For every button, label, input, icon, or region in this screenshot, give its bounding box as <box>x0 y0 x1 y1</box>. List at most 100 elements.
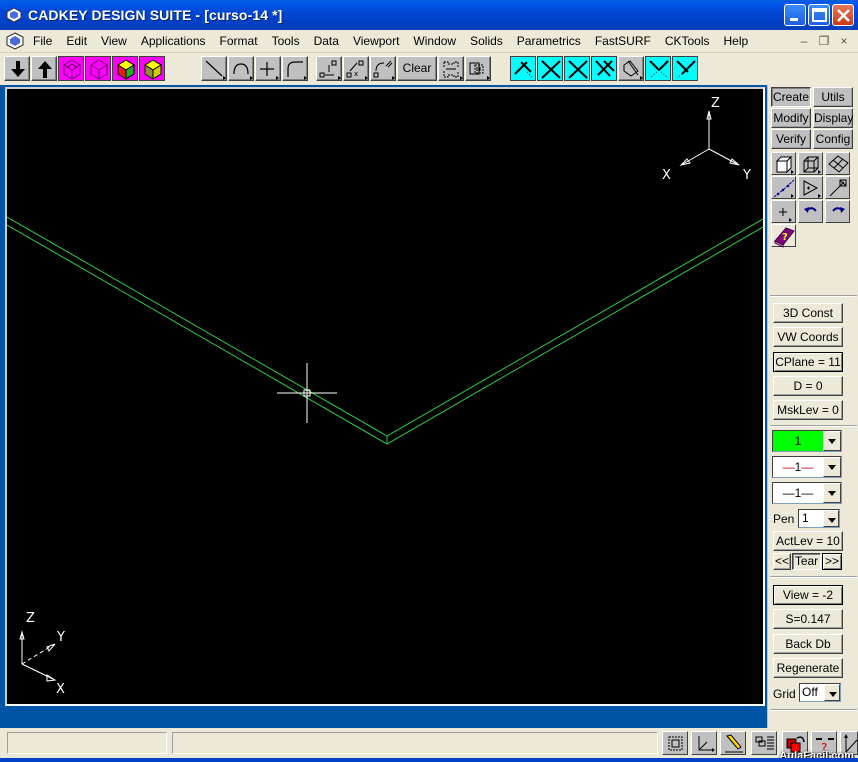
tear-button[interactable]: Tear <box>792 553 821 570</box>
redo-button[interactable] <box>825 200 850 223</box>
grid-select[interactable]: Off <box>799 683 841 702</box>
intersect-button[interactable] <box>537 56 563 81</box>
help-book-icon: ? <box>774 227 795 248</box>
mask-level-button[interactable]: MskLev = 0 <box>773 400 843 420</box>
layers-button[interactable] <box>751 731 777 755</box>
depth-button[interactable]: D = 0 <box>773 376 843 396</box>
line-tool-button[interactable] <box>201 56 227 81</box>
chevron-down-icon[interactable] <box>823 457 841 477</box>
extend-button[interactable] <box>591 56 617 81</box>
select-group-button[interactable] <box>465 56 491 81</box>
trim-dotted-button[interactable] <box>645 56 671 81</box>
tab-create[interactable]: Create <box>771 87 811 107</box>
menu-format[interactable]: Format <box>213 30 265 53</box>
chevron-down-icon[interactable] <box>823 483 841 503</box>
wire-box-button[interactable] <box>798 152 823 175</box>
shaded-view-button[interactable] <box>112 56 138 81</box>
tab-utils[interactable]: Utils <box>813 87 853 107</box>
mdi-close-button[interactable]: × <box>836 33 852 49</box>
prev-button[interactable]: << <box>773 553 791 570</box>
point-tool-button[interactable] <box>255 56 281 81</box>
view-button[interactable]: View = -2 <box>773 585 843 605</box>
tab-config[interactable]: Config <box>813 129 853 149</box>
leader-button[interactable] <box>825 176 850 199</box>
break-button[interactable] <box>618 56 644 81</box>
view-axis-x-label: X <box>662 168 671 183</box>
mdi-minimize-button[interactable]: – <box>796 33 812 49</box>
transform-button[interactable] <box>370 56 396 81</box>
title-bar: CADKEY DESIGN SUITE - [curso-14 *] <box>0 0 858 30</box>
help-book-button[interactable]: ? <box>771 224 796 248</box>
chevron-down-icon[interactable] <box>823 431 841 451</box>
back-db-button[interactable]: Back Db <box>773 634 843 654</box>
right-panel: Create Utils Modify Display Verify Confi… <box>767 85 858 728</box>
chevron-down-icon[interactable] <box>823 510 839 527</box>
point-create-button[interactable] <box>771 200 796 223</box>
trim-dotted-alt-button[interactable] <box>672 56 698 81</box>
close-button[interactable] <box>832 4 854 26</box>
axis-button[interactable] <box>691 731 717 755</box>
menu-window[interactable]: Window <box>406 30 463 53</box>
surface-button[interactable] <box>825 152 850 175</box>
mdi-restore-button[interactable]: ❐ <box>816 33 832 49</box>
wireframe-view-button[interactable] <box>58 56 84 81</box>
color-select[interactable]: 1 <box>772 430 842 452</box>
status-field-2 <box>172 732 658 754</box>
minimize-button[interactable] <box>784 4 806 26</box>
tab-modify[interactable]: Modify <box>771 108 811 128</box>
arc-tool-button[interactable] <box>228 56 254 81</box>
trim-button[interactable] <box>510 56 536 81</box>
level-down-button[interactable] <box>4 56 30 81</box>
wire-box-icon <box>803 156 821 174</box>
const-mode-button[interactable]: 3D Const <box>773 303 843 323</box>
svg-text:?: ? <box>782 232 788 243</box>
menu-file[interactable]: File <box>30 30 59 53</box>
menu-view[interactable]: View <box>94 30 134 53</box>
clear-button[interactable]: Clear <box>397 56 437 81</box>
arc-icon <box>233 63 253 80</box>
document-icon[interactable] <box>6 32 24 50</box>
menu-viewport[interactable]: Viewport <box>346 30 406 53</box>
coords-mode-button[interactable]: VW Coords <box>773 327 843 347</box>
spline-button[interactable] <box>771 176 796 199</box>
pencil-button[interactable] <box>720 731 746 755</box>
menu-fastsurf[interactable]: FastSURF <box>588 30 658 53</box>
tab-display[interactable]: Display <box>813 108 853 128</box>
menu-applications[interactable]: Applications <box>134 30 213 53</box>
level-up-button[interactable] <box>31 56 57 81</box>
pen-label: Pen <box>773 512 795 526</box>
menu-help[interactable]: Help <box>717 30 756 53</box>
copy-button[interactable]: x <box>343 56 369 81</box>
line-width-select[interactable]: —1— <box>772 482 842 504</box>
chevron-down-icon[interactable] <box>824 684 840 701</box>
undo-button[interactable] <box>798 200 823 223</box>
solid-box-button[interactable] <box>771 152 796 175</box>
scale-button[interactable]: S=0.147 <box>773 609 843 629</box>
menu-edit[interactable]: Edit <box>59 30 94 53</box>
viewport-canvas[interactable]: Z X Y Z Y X <box>7 89 763 704</box>
color-swatch: 1 <box>773 431 823 451</box>
active-level-button[interactable]: ActLev = 10 <box>773 531 843 551</box>
cplane-button[interactable]: CPlane = 11 <box>773 352 843 372</box>
move-button[interactable] <box>316 56 342 81</box>
line-type-select[interactable]: —1— <box>772 456 842 478</box>
menu-parametrics[interactable]: Parametrics <box>510 30 588 53</box>
menu-tools[interactable]: Tools <box>265 30 307 53</box>
rendered-view-button[interactable] <box>139 56 165 81</box>
polygon-button[interactable] <box>798 176 823 199</box>
drawing-viewport[interactable]: Z X Y Z Y X <box>5 87 765 706</box>
maximize-button[interactable] <box>808 4 830 26</box>
tab-verify[interactable]: Verify <box>771 129 811 149</box>
select-window-button[interactable] <box>438 56 464 81</box>
zoom-window-button[interactable] <box>662 731 688 755</box>
menu-data[interactable]: Data <box>307 30 346 53</box>
intersect-alt-button[interactable] <box>564 56 590 81</box>
pen-select[interactable]: 1 <box>798 509 840 528</box>
regenerate-button[interactable]: Regenerate <box>773 658 843 678</box>
extend-icon <box>595 60 615 77</box>
menu-solids[interactable]: Solids <box>463 30 510 53</box>
menu-cktools[interactable]: CKTools <box>658 30 717 53</box>
fillet-tool-button[interactable] <box>282 56 308 81</box>
hidden-line-view-button[interactable] <box>85 56 111 81</box>
next-button[interactable]: >> <box>822 553 842 570</box>
